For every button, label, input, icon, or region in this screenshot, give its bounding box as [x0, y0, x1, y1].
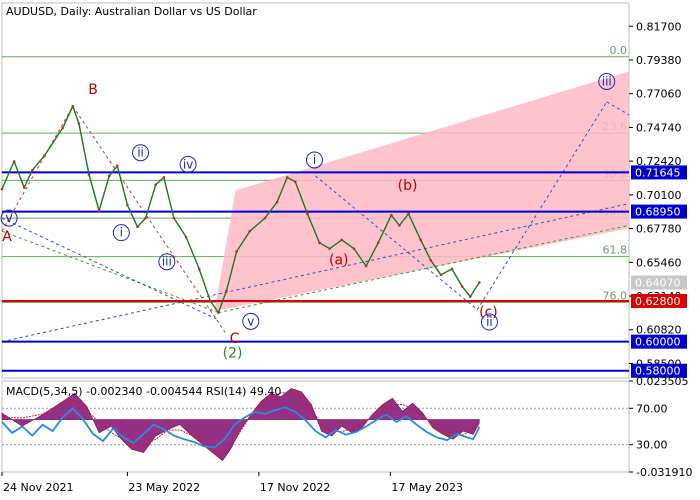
wave-label: v [6, 211, 13, 225]
price-point [209, 299, 212, 303]
price-point [306, 212, 309, 216]
indicator-axis-label: 70.00 [636, 402, 668, 415]
price-point [340, 238, 344, 242]
price-point [376, 241, 380, 245]
price-point [71, 104, 75, 108]
fib-level-label: 61.8 [603, 244, 628, 257]
price-point [285, 176, 289, 179]
price-point [318, 241, 321, 245]
price-point [364, 264, 368, 268]
price-axis-label: 0.77060 [636, 88, 682, 101]
price-point [97, 209, 101, 213]
price-point [22, 186, 26, 189]
level-tag-label: 0.71645 [635, 166, 681, 179]
wave-label: ii [486, 315, 493, 329]
time-axis-label: 17 May 2023 [391, 481, 463, 494]
wave-label: i [120, 226, 123, 240]
level-tag-label: 0.68950 [635, 206, 681, 219]
time-axis-label: 24 Nov 2021 [3, 481, 73, 494]
price-point [248, 229, 252, 233]
price-point [460, 285, 464, 288]
time-axis-label: 17 Nov 2022 [260, 481, 330, 494]
current-price-label: 0.64070 [635, 277, 681, 290]
price-point [107, 174, 111, 178]
price-axis-label: 0.67780 [636, 223, 682, 236]
price-point [184, 235, 188, 239]
price-point [144, 216, 147, 220]
fib-level-label: 0.0 [610, 44, 628, 57]
chart-header: AUDUSD, Daily: Australian Dollar vs US D… [6, 5, 257, 18]
price-axis-label: 0.74740 [636, 121, 682, 134]
wave-label: i [313, 153, 316, 167]
chart-window: 0.023.638.250.061.876.0 BAC(2)(a)(b)(c)v… [0, 0, 700, 500]
price-point [275, 200, 279, 204]
level-tag-label: 0.62800 [635, 295, 681, 308]
price-point [235, 250, 238, 253]
price-point [126, 203, 129, 207]
main-panel: 0.023.638.250.061.876.0 BAC(2)(a)(b)(c)v… [0, 2, 630, 379]
price-axis-label: 0.65460 [636, 256, 682, 269]
price-point [87, 173, 91, 176]
indicator-header: MACD(5,34,5) -0.002340 -0.004544 RSI(14)… [6, 385, 281, 398]
price-point [43, 154, 46, 157]
price-point [352, 247, 356, 250]
wave-label: (2) [223, 345, 243, 361]
price-point [263, 216, 267, 220]
price-point [115, 164, 119, 168]
price-point [328, 247, 331, 250]
wave-label: (b) [398, 178, 418, 194]
wave-label: iv [183, 157, 193, 171]
price-point [31, 168, 34, 172]
price-point [225, 289, 228, 293]
price-point [390, 213, 393, 217]
price-axis-label: 0.79380 [636, 54, 682, 67]
price-point [61, 126, 64, 130]
price-point [12, 160, 16, 163]
price-chart: 0.023.638.250.061.876.0 BAC(2)(a)(b)(c)v… [0, 0, 700, 500]
level-tag-label: 0.60000 [635, 336, 681, 349]
price-axis-label: 0.70100 [636, 189, 682, 202]
price-point [197, 267, 201, 271]
time-axis-label: 23 May 2022 [128, 481, 200, 494]
price-point [450, 267, 454, 271]
price-point [419, 238, 422, 242]
indicator-axis-label: 0.023505 [636, 375, 689, 388]
price-point [293, 180, 297, 184]
price-point [172, 216, 176, 220]
price-point [154, 183, 158, 186]
wave-label: (a) [329, 252, 349, 268]
price-point [398, 224, 401, 227]
price-point [162, 176, 166, 179]
price-point [136, 225, 139, 229]
indicator-axis-label: -0.031910 [636, 466, 692, 479]
price-point [0, 187, 4, 191]
wave-label: ii [137, 146, 144, 160]
price-axis-label: 0.81700 [636, 20, 682, 33]
price-point [407, 212, 410, 216]
wave-label: B [88, 82, 98, 98]
price-point [429, 258, 433, 262]
price-point [439, 273, 443, 277]
indicator-panel: MACD(5,34,5) -0.002340 -0.004544 RSI(14)… [1, 380, 630, 473]
indicator-axis-label: 30.00 [636, 439, 668, 452]
price-point [478, 281, 481, 284]
price-point [468, 295, 472, 298]
wave-label: A [2, 229, 12, 245]
wave-label: iii [602, 74, 612, 88]
price-point [217, 311, 220, 314]
price-point [77, 122, 81, 125]
wave-label: v [247, 314, 254, 328]
wave-label: iii [162, 255, 172, 269]
